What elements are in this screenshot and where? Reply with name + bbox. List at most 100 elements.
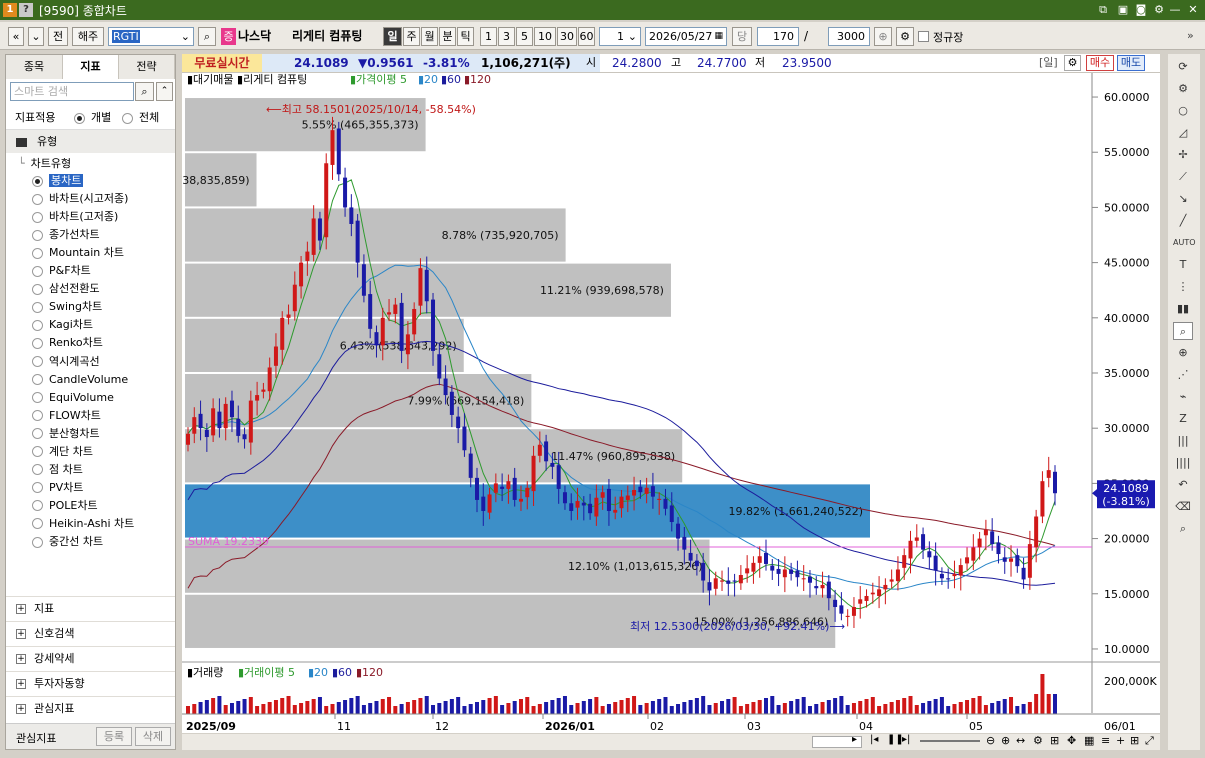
help-icon[interactable]: ? — [19, 3, 33, 17]
refresh-icon[interactable]: ⟳ — [1173, 58, 1193, 76]
chart-type-option[interactable]: Mountain 차트 — [32, 244, 124, 262]
chart-type-option[interactable]: Heikin-Ashi 차트 — [32, 515, 134, 533]
chart-type-option[interactable]: 바차트(고저종) — [32, 208, 118, 226]
chart-type-option[interactable]: POLE차트 — [32, 497, 98, 515]
add-icon[interactable]: ⊕ — [874, 27, 892, 46]
scroll-right-icon[interactable]: ▸ — [852, 734, 857, 745]
cycle-icon[interactable]: ⌁ — [1173, 388, 1193, 406]
sell-button[interactable]: 매도 — [1117, 55, 1145, 71]
interval-select[interactable]: 1 ⌄ — [599, 27, 641, 46]
interval-60-button[interactable]: 60 — [578, 27, 595, 46]
search-icon[interactable]: ⌕ — [198, 27, 216, 46]
reset-icon[interactable]: ↔ — [1016, 734, 1025, 747]
chart-area[interactable]: ▮대기매물 ▮리게티 컴퓨팅 ▮가격이평 5 ▮20 ▮60 ▮120 60.0000 55… — [133, 73, 1160, 733]
zoom-icon[interactable]: ⌕ — [1173, 322, 1193, 340]
chart-type-option[interactable]: FLOW차트 — [32, 407, 101, 425]
delete-button[interactable]: 삭제 — [135, 727, 171, 746]
apply-individual-radio[interactable]: 개별 — [74, 109, 111, 125]
trendline-icon[interactable]: ⟋ — [1173, 168, 1193, 186]
chart-type-option[interactable]: 종가선차트 — [32, 226, 100, 244]
section-header[interactable]: 유형 — [6, 129, 175, 153]
settings-icon[interactable]: ⚙ — [896, 27, 914, 46]
chart-type-option[interactable]: Swing차트 — [32, 298, 102, 316]
chart-type-option[interactable]: EquiVolume — [32, 389, 114, 407]
zoom-out-icon[interactable]: ⊖ — [986, 734, 995, 747]
gear-icon[interactable]: ⚙ — [1173, 80, 1193, 98]
period-month-button[interactable]: 월 — [421, 27, 438, 46]
chart-type-option[interactable]: Renko차트 — [32, 334, 103, 352]
search-icon[interactable]: ⌕ — [1173, 520, 1193, 538]
interval-30-button[interactable]: 30 — [557, 27, 577, 46]
minimize-icon[interactable]: — — [1168, 3, 1182, 17]
today-button[interactable]: 당 — [732, 27, 752, 46]
period-day-button[interactable]: 일 — [383, 27, 402, 46]
menu-icon[interactable]: ≡ — [1101, 734, 1110, 747]
zoom-plus-icon[interactable]: ⊕ — [1173, 344, 1193, 362]
search-icon[interactable]: ⌕ — [135, 82, 154, 101]
period-week-button[interactable]: 주 — [403, 27, 420, 46]
tab-strategy[interactable]: 전략 — [119, 55, 175, 79]
fibonacci-icon[interactable]: ⋮ — [1173, 278, 1193, 296]
chart-type-option[interactable]: 계단 차트 — [32, 443, 93, 461]
gear-icon[interactable]: ⚙ — [1152, 3, 1166, 17]
chart-type-option[interactable]: 점 차트 — [32, 461, 83, 479]
gear-icon[interactable]: ⚙ — [1033, 734, 1043, 747]
close-icon[interactable]: ✕ — [1186, 3, 1200, 17]
screenshot-icon[interactable]: ▣ — [1116, 3, 1130, 17]
bars2-icon[interactable]: |||| — [1173, 454, 1193, 472]
chart-type-option[interactable]: Kagi차트 — [32, 316, 93, 334]
chart-type-option[interactable]: 삼선전환도 — [32, 280, 100, 298]
move-icon[interactable]: ✥ — [1067, 734, 1076, 747]
price-chart[interactable]: ▮대기매물 ▮리게티 컴퓨팅 ▮가격이평 5 ▮20 ▮60 ▮12060.000055… — [133, 73, 1160, 733]
candle-icon[interactable]: ▮▮ — [1173, 300, 1193, 318]
last-icon[interactable]: ▸| — [902, 734, 910, 745]
pattern-icon[interactable]: ⋰ — [1173, 366, 1193, 384]
buy-button[interactable]: 매수 — [1086, 55, 1114, 71]
gear-icon[interactable]: ⚙ — [1064, 55, 1081, 71]
period-minute-button[interactable]: 분 — [439, 27, 456, 46]
date-input[interactable]: 2026/05/27 ▦ — [645, 27, 727, 46]
toolbar-more-icon[interactable]: » — [1187, 29, 1194, 42]
grid-icon[interactable]: ▦ — [1084, 734, 1094, 747]
symbol-input[interactable]: RGTI ⌄ — [108, 27, 194, 46]
auto-icon[interactable]: AUTO — [1173, 234, 1196, 252]
tab-indicator[interactable]: 지표 — [63, 55, 119, 79]
apply-all-radio[interactable]: 전체 — [122, 109, 159, 125]
market-select[interactable]: 해주 — [72, 27, 104, 46]
smart-search-input[interactable]: 스마트 검색 — [10, 82, 134, 101]
circle-icon[interactable]: ○ — [1173, 102, 1193, 120]
register-button[interactable]: 등록 — [96, 727, 132, 746]
accordion-favorite-indicator[interactable]: + 관심지표 — [6, 696, 175, 720]
accordion-indicator[interactable]: + 지표 — [6, 596, 175, 620]
tab-stock[interactable]: 종목 — [6, 55, 63, 79]
line-icon[interactable]: ╱ — [1173, 212, 1193, 230]
link-icon[interactable]: ⧉ — [1096, 3, 1110, 17]
split-icon[interactable]: ⊞ — [1130, 734, 1139, 747]
accordion-signal-search[interactable]: + 신호검색 — [6, 621, 175, 645]
period-tick-button[interactable]: 틱 — [457, 27, 474, 46]
nav-prev-button[interactable]: « — [8, 27, 24, 46]
all-button[interactable]: 전 — [48, 27, 68, 46]
chart-type-option[interactable]: P&F차트 — [32, 262, 91, 280]
interval-5-button[interactable]: 5 — [516, 27, 533, 46]
ray-icon[interactable]: ↘ — [1173, 190, 1193, 208]
first-icon[interactable]: |◂ — [870, 734, 878, 745]
add-pane-icon[interactable]: + — [1116, 734, 1125, 747]
calendar-icon[interactable]: ▦ — [714, 28, 723, 45]
chart-type-option[interactable]: 역시계곡선 — [32, 353, 100, 371]
chart-type-option[interactable]: 바차트(시고저종) — [32, 190, 128, 208]
expand-icon[interactable]: ⤢ — [1145, 734, 1154, 748]
interval-1-button[interactable]: 1 — [480, 27, 497, 46]
zigzag-icon[interactable]: Z — [1173, 410, 1193, 428]
layout-icon[interactable]: ⊞ — [1050, 734, 1059, 747]
collapse-icon[interactable]: ⌃ — [156, 82, 173, 101]
nav-dropdown-button[interactable]: ⌄ — [28, 27, 44, 46]
chart-type-option[interactable]: PV차트 — [32, 479, 83, 497]
interval-3-button[interactable]: 3 — [498, 27, 515, 46]
regular-session-checkbox[interactable] — [918, 31, 929, 42]
undo-icon[interactable]: ↶ — [1173, 476, 1193, 494]
zoom-in-icon[interactable]: ⊕ — [1001, 734, 1010, 747]
eraser-icon[interactable]: ⌫ — [1173, 498, 1193, 516]
camera-icon[interactable]: ◙ — [1134, 3, 1148, 17]
accordion-investor-trend[interactable]: + 투자자동향 — [6, 671, 175, 695]
